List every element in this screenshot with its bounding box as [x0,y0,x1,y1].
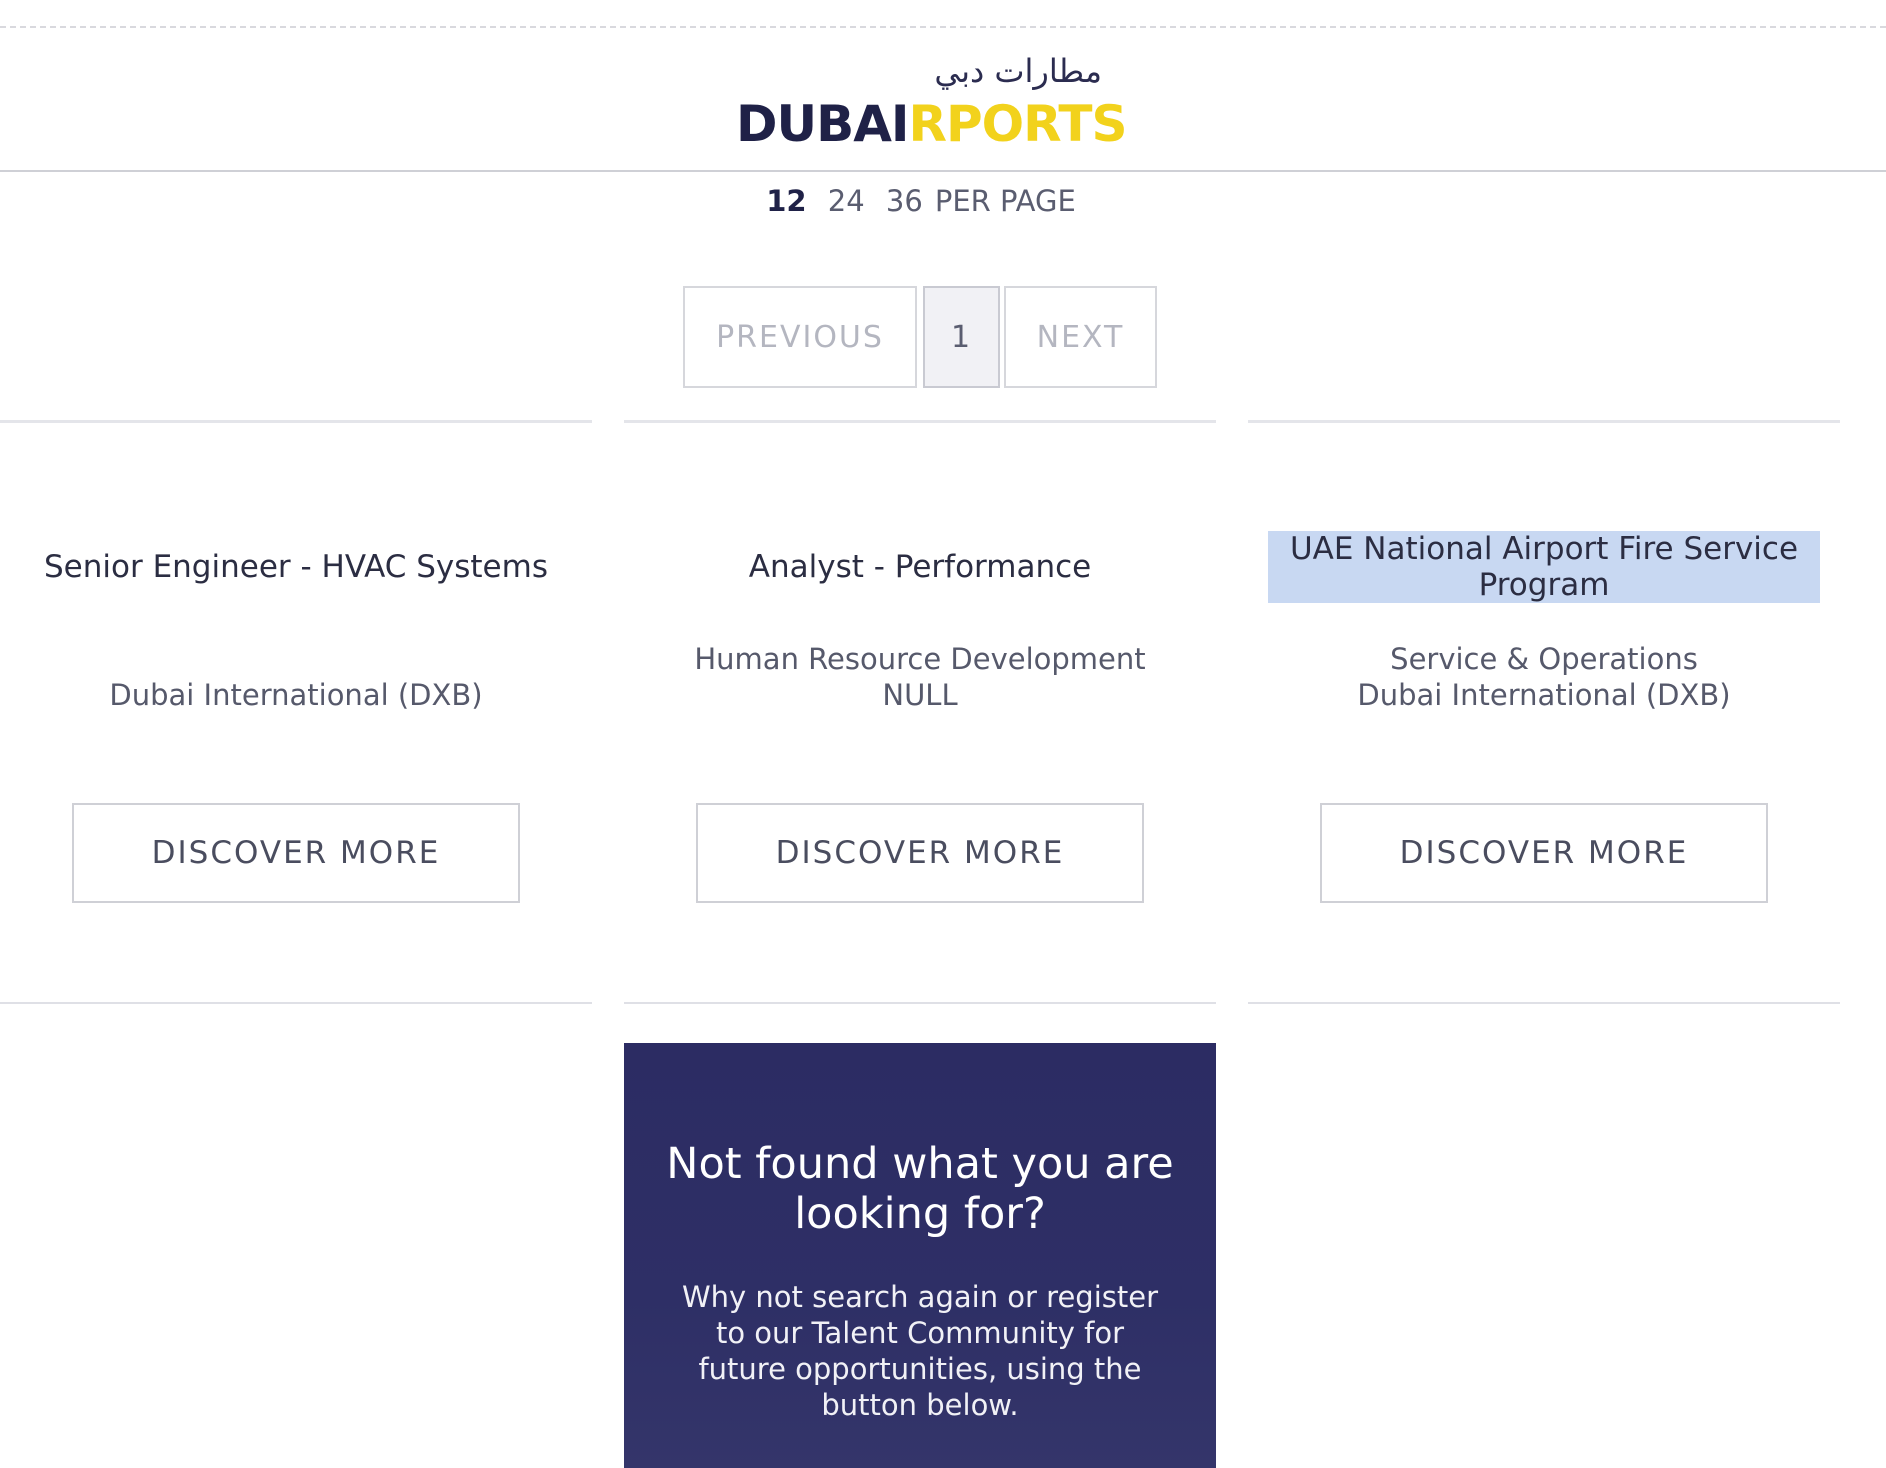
site-header: مطارات دبي DUBAIRPORTS [0,28,1886,172]
job-department: Service & Operations [1390,642,1698,676]
job-card: UAE National Airport Fire Service Progra… [1248,420,1840,1004]
job-location: Dubai International (DXB) [109,678,483,712]
cta-heading: Not found what you are looking for? [666,1139,1174,1239]
job-title[interactable]: UAE National Airport Fire Service Progra… [1268,527,1820,607]
job-meta: Dubai International (DXB) [20,633,572,713]
logo-wordmark-navy: DUBAI [736,95,910,153]
logo-wordmark: DUBAIRPORTS [736,95,1128,153]
page-number-button[interactable]: 1 [923,286,1000,388]
job-meta: Service & Operations Dubai International… [1268,633,1820,713]
discover-more-button[interactable]: DISCOVER MORE [72,803,520,903]
job-meta: Human Resource Development NULL [644,633,1196,713]
job-title-text: Senior Engineer - HVAC Systems [44,549,548,585]
job-title[interactable]: Analyst - Performance [644,527,1196,607]
per-page-label: PER PAGE [934,184,1076,218]
discover-more-button[interactable]: DISCOVER MORE [1320,803,1768,903]
per-page-selector: 12 24 36 PER PAGE [0,184,1842,218]
next-page-button[interactable]: NEXT [1004,286,1157,388]
previous-page-button[interactable]: PREVIOUS [683,286,917,388]
logo-arabic-text: مطارات دبي [934,52,1102,90]
job-card: Analyst - Performance Human Resource Dev… [624,420,1216,1004]
job-title-text: Analyst - Performance [748,549,1092,585]
job-title-text: UAE National Airport Fire Service Progra… [1268,531,1820,603]
top-divider [0,0,1886,28]
discover-more-button[interactable]: DISCOVER MORE [696,803,1144,903]
per-page-option-24[interactable]: 24 [828,184,865,218]
job-location: NULL [882,678,958,712]
job-title[interactable]: Senior Engineer - HVAC Systems [20,527,572,607]
per-page-option-36[interactable]: 36 [886,184,923,218]
logo-wordmark-gold: RPORTS [908,95,1128,153]
job-location: Dubai International (DXB) [1357,678,1731,712]
talent-community-panel: Not found what you are looking for? Why … [624,1043,1216,1468]
dubai-airports-logo[interactable]: مطارات دبي DUBAIRPORTS [736,52,1128,152]
job-card: Senior Engineer - HVAC Systems Dubai Int… [0,420,592,1004]
cta-description: Why not search again or register to our … [681,1280,1159,1422]
per-page-option-12[interactable]: 12 [766,184,806,218]
job-department: Human Resource Development [694,642,1146,676]
